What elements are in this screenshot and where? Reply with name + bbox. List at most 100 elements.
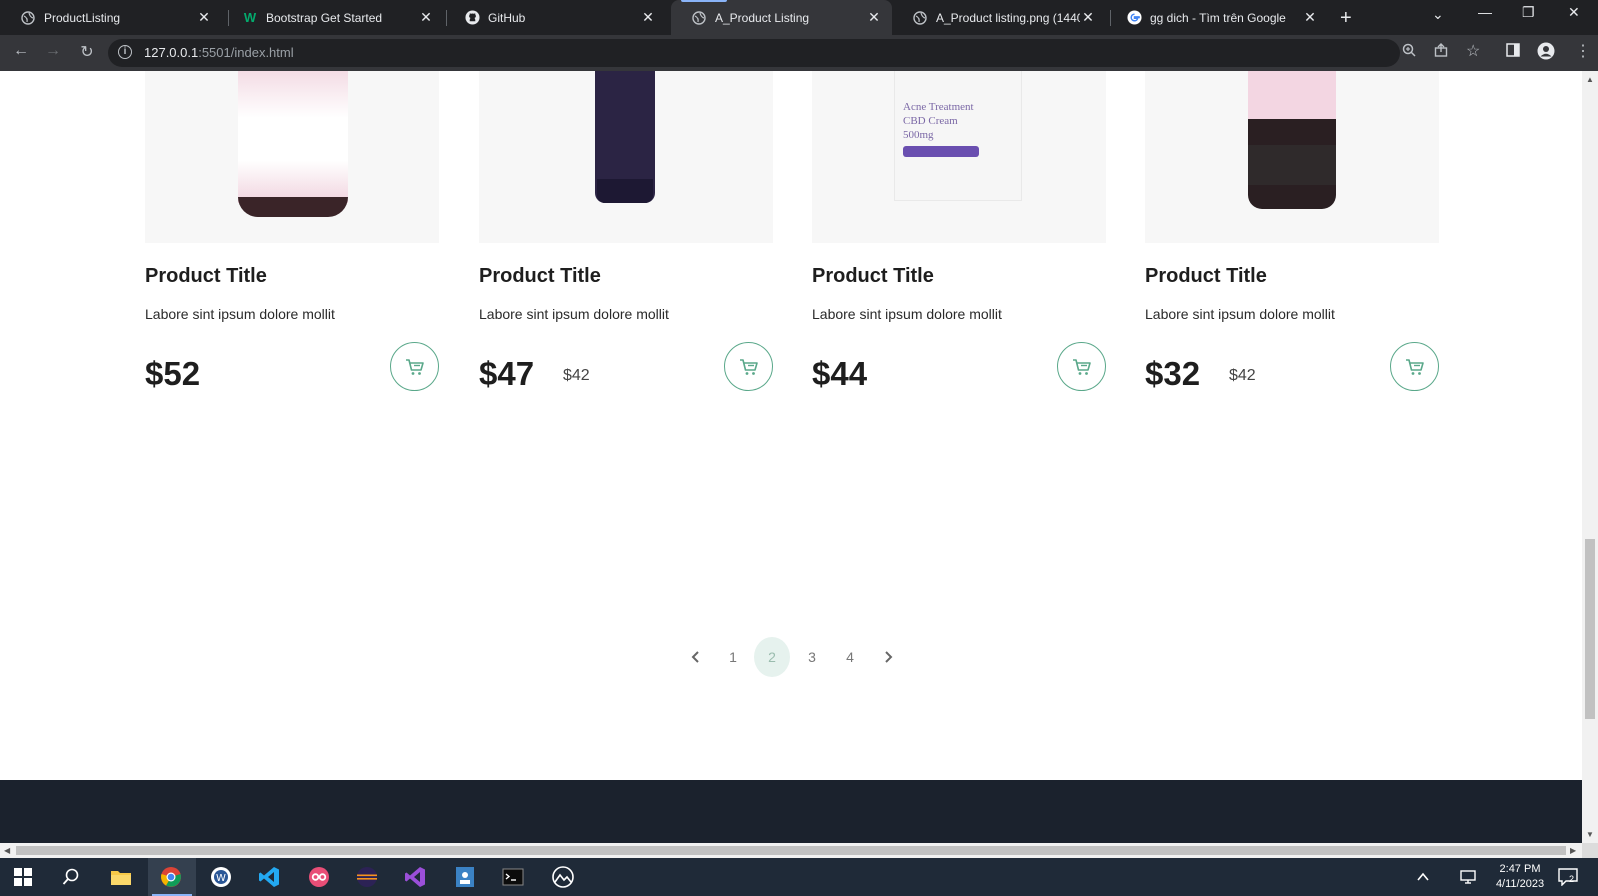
- google-icon: [1126, 10, 1142, 26]
- product-card[interactable]: Product Title Labore sint ipsum dolore m…: [479, 71, 773, 392]
- info-icon[interactable]: i: [118, 45, 132, 59]
- scrollbar-thumb[interactable]: [16, 846, 1566, 855]
- globe-icon: [20, 10, 36, 26]
- page-link-3[interactable]: 3: [794, 637, 830, 677]
- cart-icon: [1072, 358, 1091, 375]
- terminal-icon[interactable]: [500, 864, 526, 890]
- product-price: $32: [1145, 355, 1201, 392]
- close-icon[interactable]: ✕: [640, 9, 656, 26]
- globe-icon: [912, 10, 928, 26]
- close-icon[interactable]: ✕: [1302, 9, 1318, 26]
- product-title[interactable]: Product Title: [145, 265, 267, 288]
- product-old-price: $42: [1229, 367, 1256, 384]
- add-to-cart-button[interactable]: [1390, 342, 1439, 391]
- close-icon[interactable]: ✕: [196, 9, 212, 26]
- side-panel-icon[interactable]: [1506, 43, 1520, 60]
- tab-google[interactable]: gg dich - Tìm trên Google ✕: [1106, 0, 1328, 35]
- url-input[interactable]: i 127.0.0.1:5501/index.html: [108, 39, 1400, 67]
- page-link-4[interactable]: 4: [832, 637, 868, 677]
- tab-github[interactable]: GitHub ✕: [444, 0, 666, 35]
- file-explorer-icon[interactable]: [108, 864, 134, 890]
- add-to-cart-button[interactable]: [390, 342, 439, 391]
- visual-studio-icon[interactable]: [402, 864, 428, 890]
- eclipse-icon[interactable]: [354, 864, 380, 890]
- chevron-left-icon[interactable]: [688, 649, 704, 665]
- svg-text:W: W: [216, 873, 226, 884]
- minimize-button[interactable]: —: [1478, 4, 1492, 20]
- system-clock[interactable]: 2:47 PM 4/11/2023: [1488, 862, 1552, 892]
- pagination: 1 2 3 4: [0, 637, 1582, 677]
- restore-button[interactable]: ❐: [1522, 4, 1535, 21]
- product-card[interactable]: Acne Treatment CBD Cream 500mg Product Tit…: [812, 71, 1106, 392]
- tab-bootstrap[interactable]: W Bootstrap Get Started ✕: [222, 0, 444, 35]
- chevron-right-icon[interactable]: [880, 649, 896, 665]
- tab-productlisting[interactable]: ProductListing ✕: [0, 0, 222, 35]
- notification-count: 2: [1569, 874, 1575, 884]
- tab-title: GitHub: [488, 10, 526, 25]
- photos-icon[interactable]: [550, 864, 576, 890]
- search-icon[interactable]: [58, 864, 84, 890]
- scroll-right-arrow-icon[interactable]: ▶: [1570, 846, 1576, 855]
- close-icon[interactable]: ✕: [418, 9, 434, 26]
- cart-icon: [405, 358, 424, 375]
- chevron-up-icon[interactable]: [1410, 864, 1436, 890]
- product-image[interactable]: Acne Treatment CBD Cream 500mg: [812, 71, 1106, 243]
- product-card[interactable]: Product Title Labore sint ipsum dolore m…: [1145, 71, 1439, 392]
- close-icon[interactable]: ✕: [1080, 9, 1096, 26]
- share-icon[interactable]: [1434, 43, 1448, 60]
- vertical-scrollbar[interactable]: ▲ ▼: [1582, 71, 1598, 843]
- url-host: 127.0.0.1: [144, 45, 199, 60]
- app-contact-icon[interactable]: [452, 864, 478, 890]
- product-description: Labore sint ipsum dolore mollit: [812, 306, 1002, 322]
- tab-title: ProductListing: [44, 10, 121, 25]
- tab-title: Bootstrap Get Started: [266, 10, 383, 25]
- product-description: Labore sint ipsum dolore mollit: [1145, 306, 1335, 322]
- bookmark-star-icon[interactable]: ☆: [1466, 41, 1480, 61]
- profile-icon[interactable]: [1537, 42, 1555, 63]
- page-link-1[interactable]: 1: [715, 637, 751, 677]
- product-image[interactable]: [479, 71, 773, 243]
- new-tab-button[interactable]: +: [1340, 7, 1352, 30]
- tab-a-product-listing[interactable]: A_Product Listing ✕: [671, 0, 892, 35]
- network-icon[interactable]: [1456, 864, 1482, 890]
- menu-kebab-icon[interactable]: ⋮: [1575, 41, 1591, 61]
- product-image[interactable]: [145, 71, 439, 243]
- tab-search-icon[interactable]: ⌄: [1432, 6, 1444, 23]
- add-to-cart-button[interactable]: [1057, 342, 1106, 391]
- app-oo-icon[interactable]: [306, 864, 332, 890]
- tab-a-product-png[interactable]: A_Product listing.png (1440× ✕: [892, 0, 1106, 35]
- back-button[interactable]: ←: [10, 42, 32, 60]
- product-old-price: $42: [563, 367, 590, 384]
- shampoo-bottle-image: [238, 71, 348, 217]
- windows-start-icon[interactable]: [10, 864, 36, 890]
- notifications-icon[interactable]: 2: [1555, 864, 1581, 890]
- product-image[interactable]: [1145, 71, 1439, 243]
- reload-button[interactable]: ↻: [76, 42, 98, 62]
- product-title[interactable]: Product Title: [1145, 265, 1267, 288]
- close-icon[interactable]: ✕: [866, 9, 882, 26]
- add-to-cart-button[interactable]: [724, 342, 773, 391]
- cart-icon: [739, 358, 758, 375]
- product-title[interactable]: Product Title: [812, 265, 934, 288]
- scrollbar-thumb[interactable]: [1585, 539, 1595, 719]
- vscode-icon[interactable]: [256, 864, 282, 890]
- product-price: $52: [145, 355, 201, 392]
- box-text-line: 500mg: [903, 129, 934, 141]
- close-window-button[interactable]: ✕: [1568, 4, 1580, 21]
- zoom-icon[interactable]: [1402, 43, 1416, 60]
- forward-button[interactable]: →: [42, 42, 64, 60]
- page-link-2[interactable]: 2: [754, 637, 790, 677]
- scroll-down-arrow-icon[interactable]: ▼: [1586, 830, 1594, 839]
- product-price: $47: [479, 355, 535, 392]
- product-title[interactable]: Product Title: [479, 265, 601, 288]
- cbd-cream-box-image: Acne Treatment CBD Cream 500mg: [894, 71, 1022, 201]
- app-w-icon[interactable]: W: [208, 864, 234, 890]
- chrome-icon[interactable]: [158, 864, 184, 890]
- tab-title: gg dich - Tìm trên Google: [1150, 10, 1286, 25]
- product-card[interactable]: Product Title Labore sint ipsum dolore m…: [145, 71, 439, 392]
- w3schools-icon: W: [243, 10, 257, 25]
- horizontal-scrollbar[interactable]: ◀ ▶: [0, 843, 1582, 858]
- scroll-left-arrow-icon[interactable]: ◀: [4, 846, 10, 855]
- github-icon: [464, 10, 480, 26]
- scroll-up-arrow-icon[interactable]: ▲: [1586, 75, 1594, 84]
